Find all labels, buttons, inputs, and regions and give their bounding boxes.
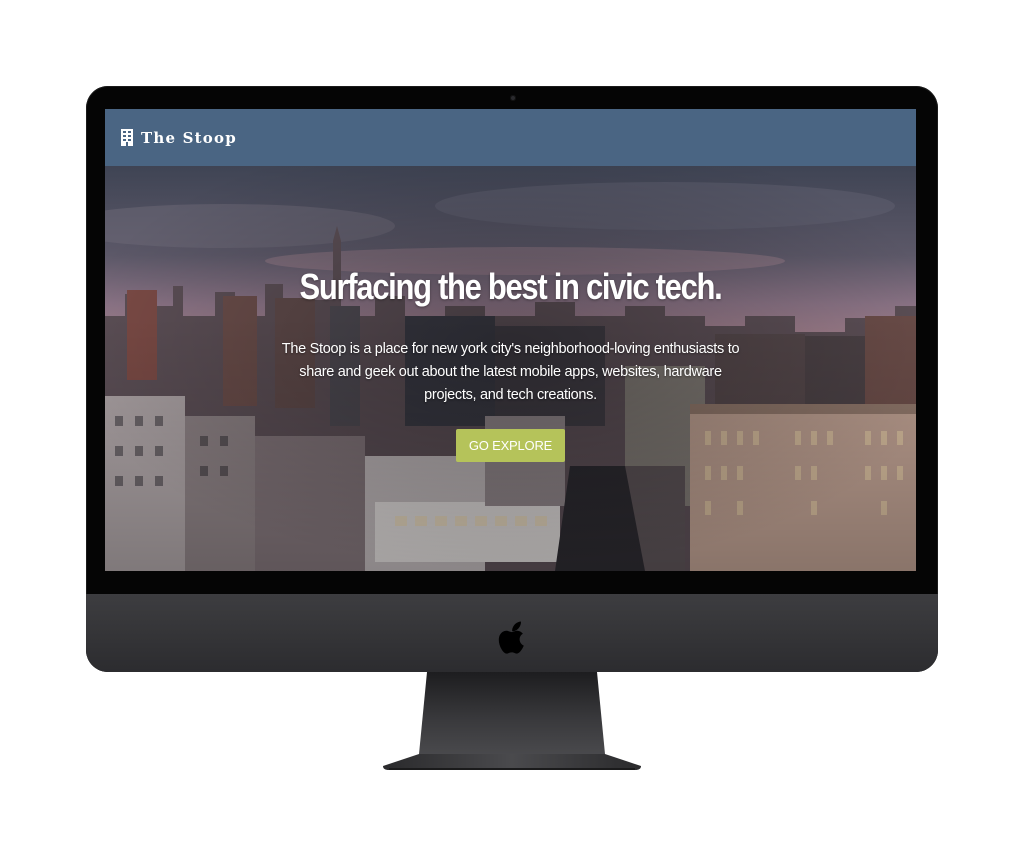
monitor-stand <box>383 672 641 770</box>
camera-dot <box>510 95 516 101</box>
website-screen: The Stoop Surfacing the best in civic te… <box>105 109 916 571</box>
site-logo-text: The Stoop <box>141 128 237 147</box>
hero-description-line-1: The Stoop is a place for new york city's… <box>281 341 740 357</box>
hero-section: Surfacing the best in civic tech. The St… <box>105 166 916 571</box>
site-header: The Stoop <box>105 109 916 166</box>
hero-content: Surfacing the best in civic tech. The St… <box>105 166 916 571</box>
monitor: The Stoop Surfacing the best in civic te… <box>86 86 938 672</box>
apple-icon <box>498 621 524 654</box>
hero-title: Surfacing the best in civic tech. <box>299 266 723 307</box>
hero-description: The Stoop is a place for new york city's… <box>270 338 751 407</box>
go-explore-button[interactable]: GO EXPLORE <box>456 429 565 462</box>
site-logo-link[interactable]: The Stoop <box>121 129 237 147</box>
building-icon <box>121 129 133 146</box>
hero-description-line-2: share and geek out about the latest mobi… <box>299 364 722 380</box>
hero-description-line-3: projects, and tech creations. <box>424 387 597 403</box>
product-mockup: The Stoop Surfacing the best in civic te… <box>0 0 1024 859</box>
monitor-chin <box>86 594 938 672</box>
